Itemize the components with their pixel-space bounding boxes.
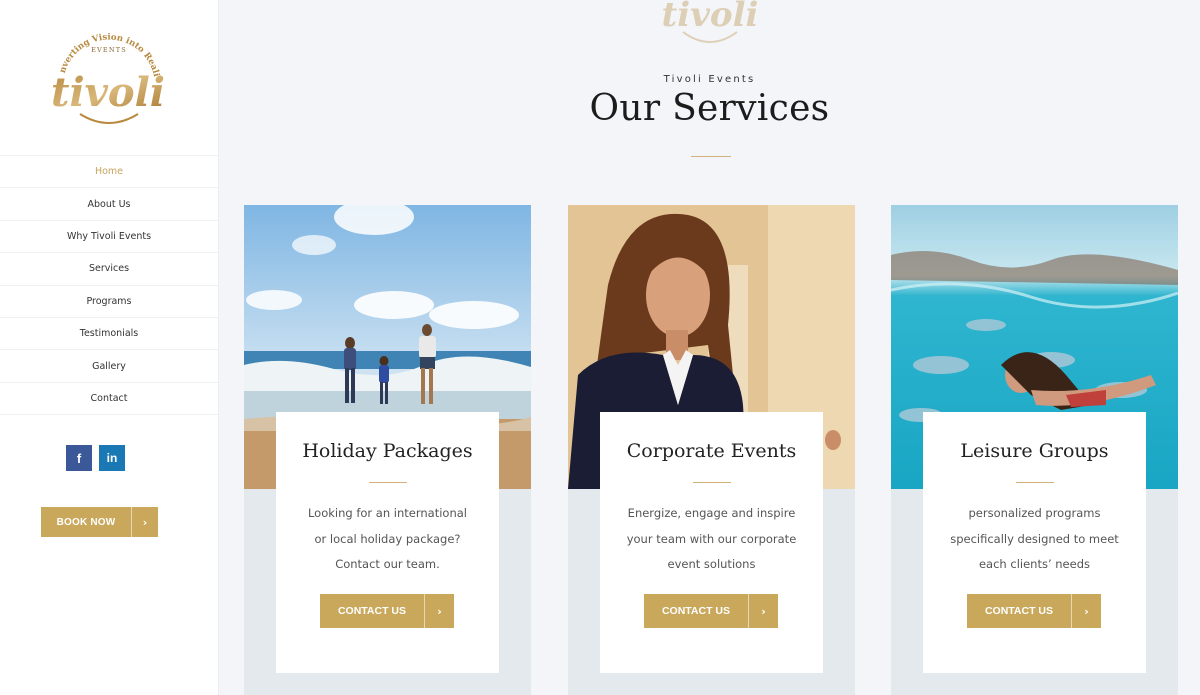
chevron-right-icon: › xyxy=(424,594,454,628)
service-title: Corporate Events xyxy=(626,440,797,462)
contact-us-button[interactable]: CONTACT US › xyxy=(967,594,1101,628)
chevron-right-icon: › xyxy=(748,594,778,628)
service-description: Energize, engage and inspire your team w… xyxy=(626,506,797,571)
service-panel-holiday: Holiday Packages Looking for an internat… xyxy=(276,412,499,673)
nav-item-services[interactable]: Services xyxy=(0,253,218,286)
service-card-leisure: Leisure Groups personalized programs spe… xyxy=(891,205,1178,695)
service-description: Looking for an international or local ho… xyxy=(307,506,468,571)
contact-us-label: CONTACT US xyxy=(661,605,731,617)
sidebar: Converting Vision into Reality EVENTS ti… xyxy=(0,0,219,695)
service-card-corporate: Corporate Events Energize, engage and in… xyxy=(568,205,855,695)
service-card-holiday: Holiday Packages Looking for an internat… xyxy=(244,205,531,695)
nav-item-home[interactable]: Home xyxy=(0,156,218,189)
facebook-icon[interactable]: f xyxy=(66,445,92,471)
contact-us-label: CONTACT US xyxy=(337,605,407,617)
nav-item-contact[interactable]: Contact xyxy=(0,383,218,416)
chevron-right-icon: › xyxy=(1071,594,1101,628)
nav-item-testimonials[interactable]: Testimonials xyxy=(0,318,218,351)
service-panel-leisure: Leisure Groups personalized programs spe… xyxy=(923,412,1146,673)
service-description: personalized programs specifically desig… xyxy=(950,506,1119,571)
tivoli-logo[interactable]: Converting Vision into Reality EVENTS ti… xyxy=(50,18,168,130)
section-eyebrow: Tivoli Events xyxy=(663,74,756,85)
faded-logo-watermark: tivoli xyxy=(662,0,759,43)
chevron-right-icon: › xyxy=(131,507,158,537)
service-title: Leisure Groups xyxy=(960,440,1109,462)
social-links: f in xyxy=(66,445,125,471)
nav-item-why-tivoli-events[interactable]: Why Tivoli Events xyxy=(0,221,218,254)
service-divider xyxy=(368,482,407,483)
service-divider xyxy=(692,482,731,483)
nav-item-gallery[interactable]: Gallery xyxy=(0,350,218,383)
contact-us-button[interactable]: CONTACT US › xyxy=(644,594,778,628)
nav-item-about-us[interactable]: About Us xyxy=(0,188,218,221)
svg-text:tivoli: tivoli xyxy=(662,0,759,35)
page-title: Our Services xyxy=(589,88,830,129)
nav-item-programs[interactable]: Programs xyxy=(0,286,218,318)
svg-text:EVENTS: EVENTS xyxy=(91,46,127,54)
main-nav: Home About Us Why Tivoli Events Services… xyxy=(0,155,218,416)
contact-us-button[interactable]: CONTACT US › xyxy=(320,594,454,628)
title-divider xyxy=(691,156,731,157)
service-title: Holiday Packages xyxy=(302,440,473,462)
svg-text:tivoli: tivoli xyxy=(51,69,165,116)
service-panel-corporate: Corporate Events Energize, engage and in… xyxy=(600,412,823,673)
service-divider xyxy=(1015,482,1054,483)
book-now-button[interactable]: BOOK NOW › xyxy=(41,507,158,537)
contact-us-label: CONTACT US xyxy=(984,605,1054,617)
linkedin-icon[interactable]: in xyxy=(99,445,125,471)
book-now-label: BOOK NOW xyxy=(56,516,116,528)
